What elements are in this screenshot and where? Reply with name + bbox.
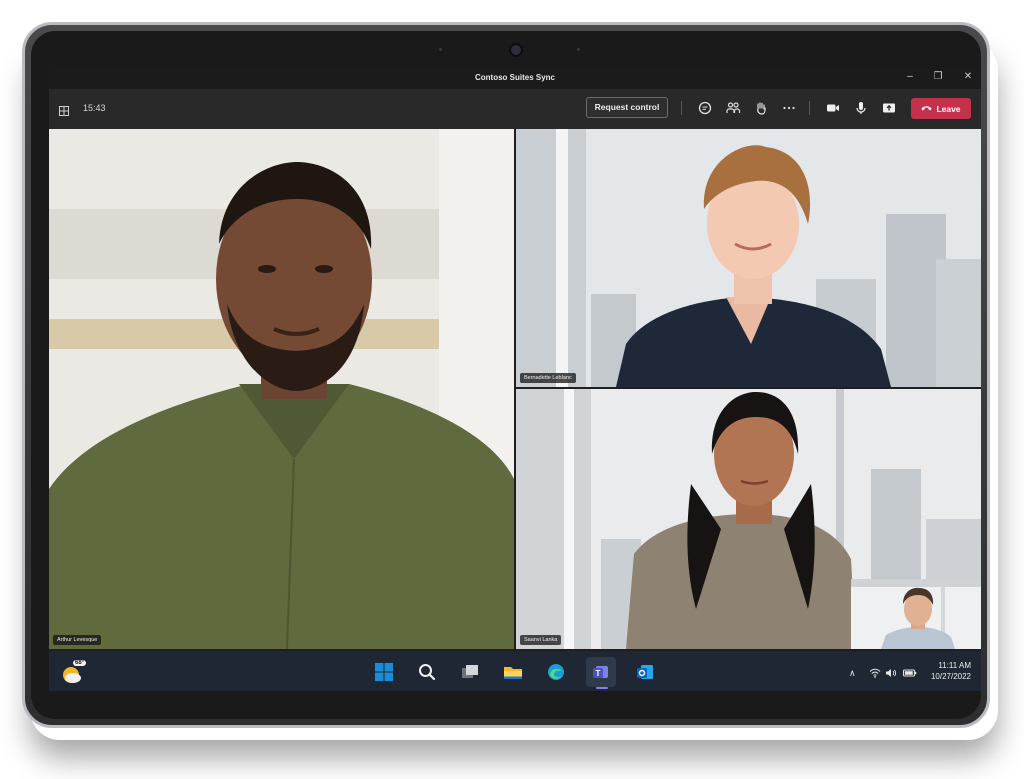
- leave-label: Leave: [936, 103, 961, 114]
- start-menu-icon[interactable]: [374, 662, 394, 682]
- participant-name-tag: Arthur Levesque: [53, 635, 102, 645]
- screen: Contoso Suites Sync – ❐ ✕ 15:43 Request …: [49, 69, 981, 691]
- search-icon[interactable]: [417, 662, 437, 682]
- self-view-thumbnail[interactable]: [851, 579, 981, 649]
- hang-up-icon: [921, 104, 932, 114]
- teams-icon[interactable]: T: [591, 662, 611, 682]
- video-tile-bottom-right[interactable]: Saanvi Lanka: [516, 389, 981, 649]
- toolbar-divider: [681, 101, 682, 115]
- weather-widget[interactable]: 68°: [59, 659, 87, 685]
- participant-name-tag: Bernadette Leblanc: [520, 373, 576, 383]
- self-view-video: [851, 579, 981, 649]
- battery-icon[interactable]: [903, 668, 917, 680]
- participant-video: [516, 129, 981, 387]
- system-clock[interactable]: 11:11 AM 10/27/2022: [931, 660, 971, 682]
- sensor-dot: [439, 48, 442, 51]
- leave-button[interactable]: Leave: [911, 98, 971, 119]
- edge-browser-icon[interactable]: [546, 662, 566, 682]
- window-titlebar: Contoso Suites Sync – ❐ ✕: [49, 69, 981, 89]
- wifi-icon[interactable]: [869, 668, 881, 680]
- front-camera: [509, 43, 523, 57]
- request-control-button[interactable]: Request control: [586, 97, 668, 118]
- raise-hand-icon[interactable]: [753, 100, 769, 116]
- file-explorer-icon[interactable]: [503, 662, 523, 682]
- meeting-toolbar: 15:43 Request control Leave: [49, 89, 981, 129]
- participant-video: [49, 129, 514, 649]
- tablet-device: Contoso Suites Sync – ❐ ✕ 15:43 Request …: [22, 22, 990, 728]
- clock-time: 11:11 AM: [938, 661, 971, 670]
- close-button[interactable]: ✕: [959, 71, 977, 82]
- microphone-icon[interactable]: [853, 100, 869, 116]
- toolbar-divider: [809, 101, 810, 115]
- more-options-icon[interactable]: [781, 100, 797, 116]
- meeting-timer: 15:43: [83, 103, 106, 113]
- svg-text:T: T: [596, 669, 601, 678]
- video-tile-main[interactable]: Arthur Levesque: [49, 129, 514, 649]
- sensor-dot: [577, 48, 580, 51]
- window-title: Contoso Suites Sync: [474, 73, 555, 82]
- windows-taskbar: 68° T ∧ 11:11 AM 10/27/2022: [49, 651, 981, 691]
- chat-icon[interactable]: [697, 100, 713, 116]
- video-tile-top-right[interactable]: Bernadette Leblanc: [516, 129, 981, 387]
- people-icon[interactable]: [725, 100, 741, 116]
- volume-icon[interactable]: [885, 668, 897, 680]
- minimize-button[interactable]: –: [901, 71, 919, 82]
- weather-temperature: 68°: [73, 660, 87, 666]
- share-screen-icon[interactable]: [881, 100, 897, 116]
- device-bezel: Contoso Suites Sync – ❐ ✕ 15:43 Request …: [31, 31, 981, 719]
- active-app-indicator: [596, 687, 608, 689]
- clock-date: 10/27/2022: [930, 672, 971, 681]
- camera-icon[interactable]: [825, 100, 841, 116]
- participant-name-tag: Saanvi Lanka: [520, 635, 562, 645]
- task-view-icon[interactable]: [460, 662, 480, 682]
- restore-button[interactable]: ❐: [929, 71, 947, 82]
- layout-grid-icon[interactable]: [59, 103, 69, 116]
- outlook-icon[interactable]: [635, 662, 655, 682]
- chevron-up-icon[interactable]: ∧: [849, 668, 856, 679]
